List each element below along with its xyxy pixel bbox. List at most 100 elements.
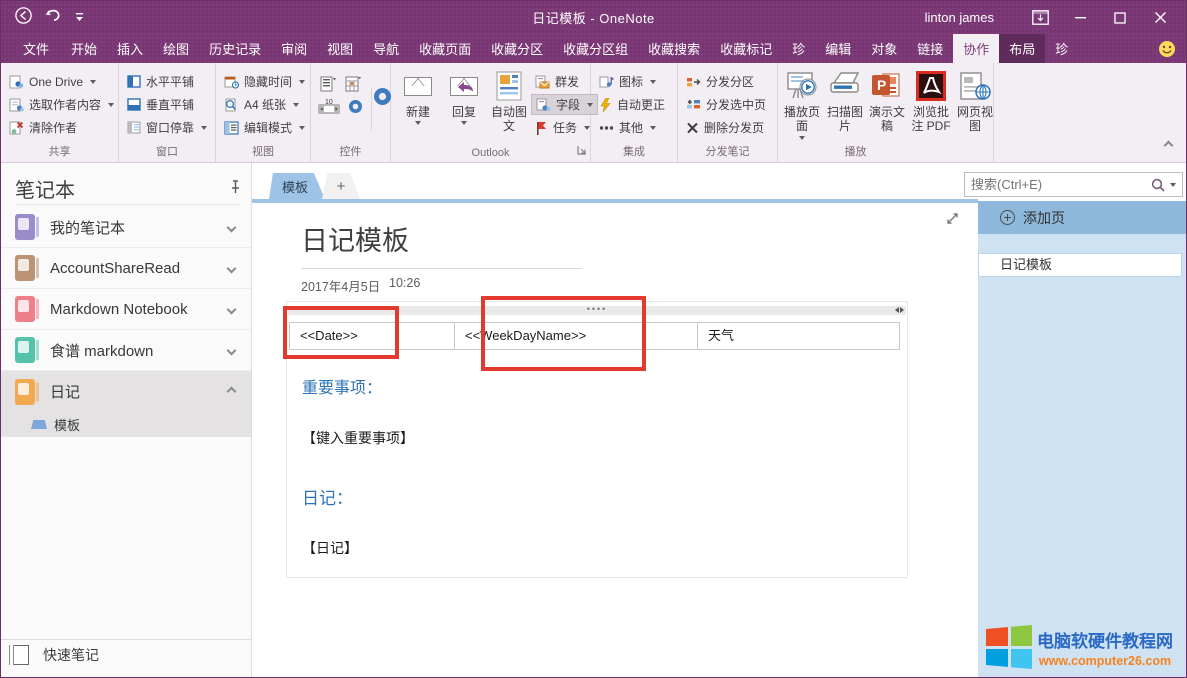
collapse-ribbon-chevron-icon[interactable]	[1165, 138, 1172, 152]
autocorrect-button[interactable]: 自动更正	[599, 94, 665, 115]
notebook-item-recipe-markdown[interactable]: 食谱 markdown	[1, 330, 251, 371]
maximize-button[interactable]	[1100, 1, 1140, 34]
dock-window-button[interactable]: 窗口停靠	[127, 117, 207, 138]
reply-mail-button[interactable]: 回复	[441, 69, 487, 125]
search-input[interactable]	[965, 177, 1151, 192]
tab-insert[interactable]: 插入	[107, 34, 153, 63]
notebook-item-diary[interactable]: 日记	[1, 371, 251, 412]
presentation-button[interactable]: P 演示文稿	[866, 69, 908, 134]
more-button[interactable]: 其他	[599, 117, 665, 138]
minimize-button[interactable]	[1060, 1, 1100, 34]
svg-text:P: P	[877, 77, 886, 93]
tab-collaborate-active[interactable]: 协作	[953, 34, 999, 63]
smiley-icon[interactable]	[1158, 34, 1186, 63]
tab-nav[interactable]: 导航	[363, 34, 409, 63]
search-box	[964, 172, 1183, 197]
fullscreen-expand-icon[interactable]	[945, 211, 960, 231]
tab-fav-sections[interactable]: 收藏分区	[481, 34, 553, 63]
pin-icon[interactable]	[230, 177, 241, 200]
play-page-button[interactable]: 播放页面	[780, 69, 824, 140]
search-scope-caret-icon[interactable]	[1170, 183, 1176, 187]
page-list-item-diary-template[interactable]: 日记模板	[978, 253, 1182, 277]
big-radio-control-icon[interactable]	[373, 87, 392, 109]
field-button[interactable]: 字段	[531, 94, 598, 115]
form-control-icon[interactable]	[320, 76, 336, 96]
title-bar: 日记模板 - OneNote linton james	[1, 1, 1186, 34]
tab-link[interactable]: 链接	[907, 34, 953, 63]
notebook-item-markdown-notebook[interactable]: Markdown Notebook	[1, 289, 251, 330]
group-label-outlook: Outlook	[391, 147, 590, 159]
distribute-section-button[interactable]: 分发分区	[686, 71, 766, 92]
quick-notes-button[interactable]: 快速笔记	[1, 639, 251, 669]
tab-fav-section-groups[interactable]: 收藏分区组	[553, 34, 638, 63]
notebook-icon	[15, 255, 35, 281]
tab-zhen-1[interactable]: 珍	[782, 34, 815, 63]
ribbon-display-options-button[interactable]	[1020, 1, 1060, 34]
table-cell-weather[interactable]: 天气	[697, 322, 900, 350]
tab-fav-tags[interactable]: 收藏标记	[710, 34, 782, 63]
search-icon[interactable]	[1151, 178, 1165, 192]
quick-notes-icon	[13, 645, 29, 665]
group-send-button[interactable]: 群发	[535, 71, 598, 92]
radio-control-icon[interactable]	[348, 99, 363, 117]
close-button[interactable]	[1140, 1, 1180, 34]
a4-paper-button[interactable]: A4 纸张	[224, 94, 305, 115]
clear-author-button[interactable]: 清除作者	[9, 117, 114, 138]
group-label-play: 播放	[718, 143, 993, 159]
chevron-down-icon[interactable]	[227, 345, 237, 355]
dropdown-caret-icon	[293, 103, 299, 107]
pick-author-content-button[interactable]: 选取作者内容	[9, 94, 114, 115]
tab-layout[interactable]: 布局	[999, 34, 1045, 63]
tab-home[interactable]: 开始	[61, 34, 107, 63]
tab-view[interactable]: 视图	[317, 34, 363, 63]
autotext-button[interactable]: 自动图文	[487, 69, 531, 134]
tab-edit[interactable]: 编辑	[815, 34, 861, 63]
icons-button[interactable]: 图标	[599, 71, 665, 92]
new-section-tab[interactable]: +	[322, 173, 360, 199]
annotation-rect-date	[283, 306, 399, 359]
tab-file[interactable]: 文件	[11, 34, 61, 63]
tile-vertical-button[interactable]: 垂直平铺	[127, 94, 207, 115]
section-tab-template[interactable]: 模板	[269, 173, 325, 199]
new-mail-button[interactable]: 新建	[395, 69, 441, 125]
chevron-down-icon[interactable]	[227, 304, 237, 314]
tab-object[interactable]: 对象	[861, 34, 907, 63]
tab-fav-pages[interactable]: 收藏页面	[409, 34, 481, 63]
resize-arrows-icon[interactable]	[895, 307, 904, 313]
account-user-name[interactable]: linton james	[925, 10, 994, 25]
dropdown-caret-icon	[415, 121, 421, 125]
tab-review[interactable]: 审阅	[271, 34, 317, 63]
pdf-annotate-button[interactable]: 浏览批注 PDF	[908, 69, 954, 134]
tab-fav-search[interactable]: 收藏搜索	[638, 34, 710, 63]
grid-control-icon[interactable]	[345, 76, 361, 96]
chevron-up-icon[interactable]	[227, 387, 237, 397]
dropdown-caret-icon	[299, 126, 305, 130]
webpage-globe-icon	[959, 69, 991, 103]
acrobat-pdf-icon	[916, 69, 946, 103]
tile-horizontal-button[interactable]: 水平平铺	[127, 71, 207, 92]
web-view-button[interactable]: 网页视图	[954, 69, 996, 134]
chevron-down-icon[interactable]	[227, 222, 237, 232]
notebook-item-my-notebook[interactable]: 我的笔记本	[1, 207, 251, 248]
diary-heading: 日记：	[302, 484, 353, 509]
task-button[interactable]: 任务	[535, 117, 598, 138]
section-item-template[interactable]: 模板	[1, 412, 251, 437]
notebook-item-accountshareread[interactable]: AccountShareRead	[1, 248, 251, 289]
tab-zhen-2[interactable]: 珍	[1045, 34, 1078, 63]
edit-mode-button[interactable]: 编辑模式	[224, 117, 305, 138]
scan-image-button[interactable]: 扫描图片	[824, 69, 866, 134]
spinner-10-control-icon[interactable]: 10	[318, 97, 340, 115]
dropdown-caret-icon	[650, 126, 656, 130]
dropdown-caret-icon	[299, 80, 305, 84]
onedrive-button[interactable]: One Drive	[9, 71, 114, 92]
tab-history[interactable]: 历史记录	[199, 34, 271, 63]
tab-draw[interactable]: 绘图	[153, 34, 199, 63]
page-title[interactable]: 日记模板	[301, 219, 409, 258]
hide-time-button[interactable]: 隐藏时间	[224, 71, 305, 92]
chevron-down-icon[interactable]	[227, 263, 237, 273]
ribbon-group-integrate: 图标 自动更正 其他 集成	[591, 63, 678, 162]
delete-distributed-page-button[interactable]: 删除分发页	[686, 117, 766, 138]
notebook-icon	[15, 379, 35, 405]
add-page-button[interactable]: 添加页	[978, 201, 1187, 234]
distribute-selected-pages-button[interactable]: 分发选中页	[686, 94, 766, 115]
